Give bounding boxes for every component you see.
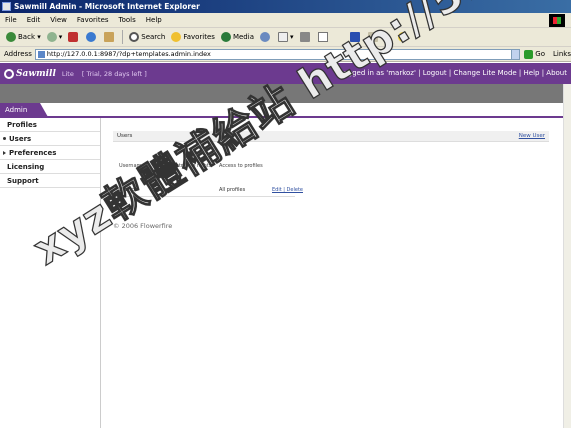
logout-link[interactable]: Logout xyxy=(423,69,447,77)
media-icon xyxy=(220,32,231,42)
cell-access: All profiles xyxy=(219,187,246,193)
printer-icon xyxy=(299,32,310,42)
toolbar-separator xyxy=(122,30,124,44)
favorites-star-icon xyxy=(171,32,182,42)
change-mode-link[interactable]: Change Lite Mode xyxy=(453,69,516,77)
browser-toolbar: Back ▾ ▾ Search Favorites Media ▾ xyxy=(0,28,571,47)
back-button[interactable]: Back ▾ xyxy=(3,32,44,42)
refresh-icon xyxy=(86,32,97,42)
menu-favorites[interactable]: Favorites xyxy=(72,16,114,24)
sidebar-item-licensing[interactable]: Licensing xyxy=(0,160,100,174)
mail-button[interactable]: ▾ xyxy=(275,32,297,42)
sidebar-item-profiles[interactable]: Profiles xyxy=(0,118,100,132)
go-arrow-icon xyxy=(524,49,534,59)
go-label: Go xyxy=(535,50,546,58)
links-button[interactable]: Links xyxy=(553,50,571,58)
address-dropdown-button[interactable] xyxy=(511,48,521,60)
menu-bar: File Edit View Favorites Tools Help xyxy=(0,13,571,28)
back-label: Back xyxy=(18,33,35,41)
about-link[interactable]: About xyxy=(546,69,567,77)
menu-view[interactable]: View xyxy=(45,16,72,24)
favorites-label: Favorites xyxy=(183,33,215,41)
search-icon xyxy=(129,32,140,42)
address-label: Address xyxy=(4,50,32,58)
app-name: Sawmill xyxy=(16,68,56,79)
window-title: Sawmill Admin - Microsoft Internet Explo… xyxy=(14,2,200,11)
refresh-button[interactable] xyxy=(83,32,101,42)
search-button[interactable]: Search xyxy=(126,32,168,42)
menu-tools[interactable]: Tools xyxy=(114,16,141,24)
forward-arrow-icon xyxy=(46,32,57,42)
sidebar-item-preferences[interactable]: Preferences xyxy=(0,146,100,160)
sidebar-item-label: Licensing xyxy=(7,162,45,171)
sidebar-item-users[interactable]: Users xyxy=(0,132,100,146)
media-button[interactable]: Media xyxy=(218,32,257,42)
media-label: Media xyxy=(232,33,254,41)
sidebar-item-label: Support xyxy=(7,176,39,185)
tab-admin[interactable]: Admin xyxy=(0,103,48,117)
search-label: Search xyxy=(141,33,166,41)
edit-delete-links[interactable]: Edit | Delete xyxy=(272,187,306,193)
expand-arrow-icon xyxy=(3,150,6,155)
windows-logo-icon xyxy=(549,14,565,27)
new-user-link[interactable]: New User xyxy=(519,133,545,139)
mail-icon xyxy=(277,32,288,42)
edition-label: Lite xyxy=(61,69,74,78)
stop-button[interactable] xyxy=(65,32,83,42)
trial-status: [ Trial, 28 days left ] xyxy=(81,69,147,78)
menu-edit[interactable]: Edit xyxy=(22,16,46,24)
ie-icon xyxy=(2,2,11,11)
menu-file[interactable]: File xyxy=(0,16,22,24)
address-input[interactable]: http://127.0.0.1:8987/?dp+templates.admi… xyxy=(34,48,513,60)
favorites-button[interactable]: Favorites xyxy=(168,32,218,42)
address-url: http://127.0.0.1:8987/?dp+templates.admi… xyxy=(46,50,211,58)
vertical-scrollbar[interactable] xyxy=(563,84,571,428)
history-button[interactable] xyxy=(257,32,275,42)
sidebar-item-label: Users xyxy=(9,134,32,143)
stop-icon xyxy=(68,32,79,42)
help-link[interactable]: Help xyxy=(524,69,540,77)
go-button[interactable]: Go xyxy=(524,49,546,59)
sidebar-item-label: Profiles xyxy=(7,120,37,129)
history-icon xyxy=(259,32,270,42)
home-button[interactable] xyxy=(101,32,119,42)
menu-help[interactable]: Help xyxy=(141,16,167,24)
sawmill-logo-icon xyxy=(4,68,14,79)
sawmill-logo[interactable]: Sawmill xyxy=(4,68,56,79)
sidebar-item-label: Preferences xyxy=(9,148,57,157)
print-button[interactable] xyxy=(297,32,315,42)
forward-button[interactable]: ▾ xyxy=(44,32,66,42)
page-icon xyxy=(37,50,45,58)
home-icon xyxy=(104,32,115,42)
panel-title: Users xyxy=(117,133,133,139)
back-arrow-icon xyxy=(6,32,16,42)
bullet-icon xyxy=(3,137,6,140)
